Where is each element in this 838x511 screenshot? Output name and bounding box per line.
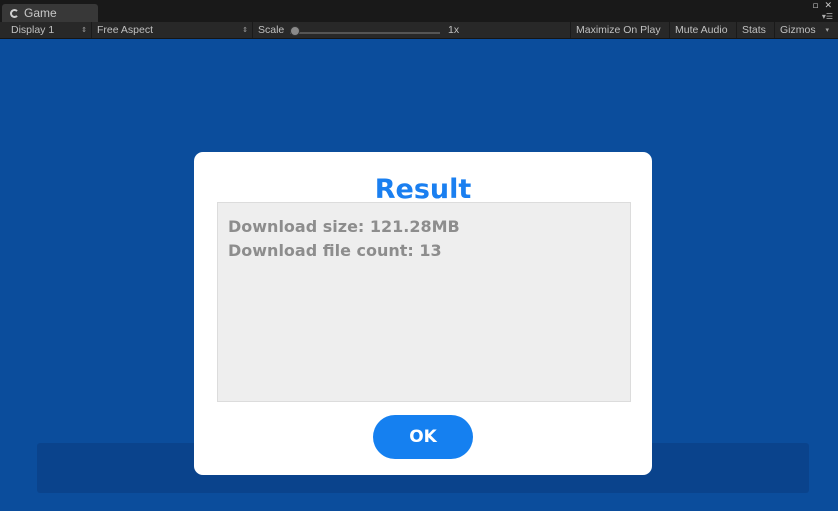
scale-control: Scale 1x — [253, 22, 470, 38]
mute-audio-label: Mute Audio — [675, 24, 728, 36]
tab-game[interactable]: Game — [2, 4, 98, 22]
stats-label: Stats — [742, 24, 766, 36]
scale-slider-track[interactable] — [290, 32, 440, 34]
gizmos-arrow-icon: ▾ — [825, 27, 829, 34]
display-dropdown-arrow-icon: ⇕ — [81, 27, 87, 34]
aspect-dropdown[interactable]: Free Aspect ⇕ — [92, 22, 253, 38]
close-icon[interactable]: ✕ — [824, 2, 832, 11]
maximize-icon[interactable]: ▫ — [812, 2, 818, 11]
window-controls: ▫ ✕ — [812, 2, 832, 11]
result-dialog: Result Download size: 121.28MB Download … — [194, 152, 652, 475]
scale-label: Scale — [258, 24, 285, 36]
tab-strip: Game ▫ ✕ ▾☰ — [0, 0, 838, 22]
aspect-dropdown-label: Free Aspect — [97, 24, 154, 36]
scale-slider-handle[interactable] — [290, 26, 300, 36]
tab-game-label: Game — [24, 6, 57, 20]
display-dropdown-label: Display 1 — [11, 24, 55, 36]
game-toolbar: Display 1 ⇕ Free Aspect ⇕ Scale 1x Maxim… — [0, 22, 838, 39]
display-dropdown[interactable]: Display 1 ⇕ — [6, 22, 92, 38]
mute-audio-toggle[interactable]: Mute Audio — [670, 22, 737, 38]
scale-value-label: 1x — [448, 24, 460, 36]
stats-toggle[interactable]: Stats — [737, 22, 775, 38]
result-text-box: Download size: 121.28MB Download file co… — [217, 202, 631, 402]
unity-game-window: Game ▫ ✕ ▾☰ Display 1 ⇕ Free Aspect ⇕ Sc… — [0, 0, 838, 511]
game-view: Result Download size: 121.28MB Download … — [0, 39, 838, 511]
download-count-text: Download file count: 13 — [228, 241, 442, 260]
maximize-on-play-toggle[interactable]: Maximize On Play — [570, 22, 670, 38]
gizmos-dropdown[interactable]: Gizmos ▾ — [775, 22, 833, 38]
ok-button[interactable]: OK — [373, 415, 473, 459]
game-icon — [10, 8, 19, 18]
window-menu-icon[interactable]: ▾☰ — [822, 12, 833, 21]
gizmos-label: Gizmos — [780, 24, 816, 36]
download-size-text: Download size: 121.28MB — [228, 217, 460, 236]
aspect-dropdown-arrow-icon: ⇕ — [242, 27, 248, 34]
maximize-on-play-label: Maximize On Play — [576, 24, 661, 36]
